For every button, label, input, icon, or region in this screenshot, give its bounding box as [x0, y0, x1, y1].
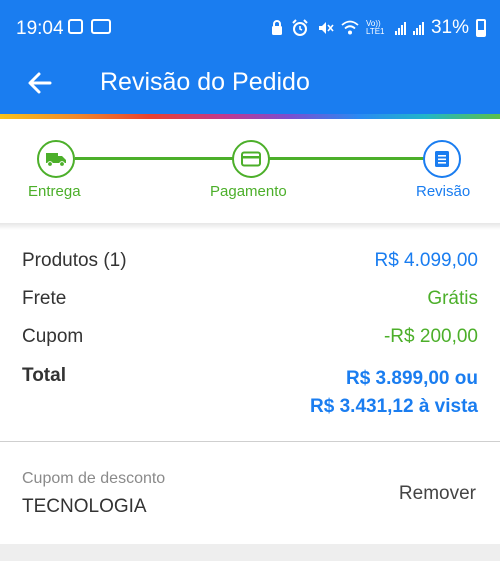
step-pagamento[interactable]	[232, 140, 270, 178]
wifi-icon	[341, 20, 359, 35]
coupon-section: Cupom de desconto TECNOLOGIA Remover	[0, 442, 500, 544]
coupon-section-label: Cupom de desconto	[22, 470, 166, 487]
network-label: Vo)) LTE1	[365, 19, 385, 36]
total-label: Total	[22, 365, 66, 386]
step-revisao[interactable]	[423, 140, 461, 178]
products-value: R$ 4.099,00	[374, 250, 478, 271]
step-label-entrega: Entrega	[28, 183, 81, 200]
alarm-lock-icon	[271, 20, 282, 35]
coupon-label: Cupom	[22, 326, 84, 347]
battery-icon	[476, 19, 486, 37]
step-label-pagamento: Pagamento	[210, 183, 287, 200]
remove-coupon-button[interactable]: Remover	[399, 483, 476, 505]
alarm-icon	[292, 19, 308, 36]
step-label-revisao: Revisão	[416, 183, 471, 200]
summary-row-shipping: Frete Grátis	[22, 288, 478, 310]
step-entrega[interactable]	[37, 140, 75, 178]
signal-icon-2	[412, 21, 424, 35]
truck-icon	[46, 153, 66, 167]
status-notifications	[68, 19, 111, 34]
coupon-code: TECNOLOGIA	[22, 496, 147, 517]
page-title: Revisão do Pedido	[100, 68, 310, 96]
status-indicators: Vo)) LTE1 31%	[270, 17, 486, 39]
notification-box-icon	[68, 19, 83, 34]
summary-row-coupon: Cupom -R$ 200,00	[22, 326, 478, 348]
step-connector-1	[75, 157, 233, 160]
signal-icon	[394, 21, 406, 35]
bottom-band	[0, 544, 500, 561]
card-icon	[241, 151, 261, 167]
back-button[interactable]	[24, 66, 58, 100]
total-value-line1: R$ 3.899,00 ou	[345, 368, 478, 389]
status-bar: 19:04 Vo)) LTE1 31%	[0, 0, 500, 56]
status-time: 19:04	[16, 18, 64, 39]
checkout-stepper: Entrega Pagamento Revisão	[0, 119, 500, 223]
notification-card-icon	[91, 19, 111, 34]
total-value-line2: R$ 3.431,12 à vista	[310, 396, 478, 417]
products-label: Produtos (1)	[22, 250, 127, 271]
shipping-value: Grátis	[427, 288, 478, 309]
order-summary: Produtos (1) R$ 4.099,00 Frete Grátis Cu…	[0, 230, 500, 441]
mute-icon	[318, 22, 334, 34]
shipping-label: Frete	[22, 288, 67, 309]
battery-text: 31%	[430, 17, 469, 38]
summary-row-products: Produtos (1) R$ 4.099,00	[22, 250, 478, 272]
coupon-value: -R$ 200,00	[383, 326, 478, 347]
app-bar: Revisão do Pedido	[0, 56, 500, 114]
summary-row-total: Total R$ 3.899,00 ou R$ 3.431,12 à vista	[22, 365, 478, 421]
section-divider	[0, 223, 500, 230]
total-value: R$ 3.899,00 ou R$ 3.431,12 à vista	[310, 365, 478, 421]
list-icon	[435, 151, 449, 167]
arrow-left-icon	[28, 72, 52, 94]
step-connector-2	[269, 157, 424, 160]
